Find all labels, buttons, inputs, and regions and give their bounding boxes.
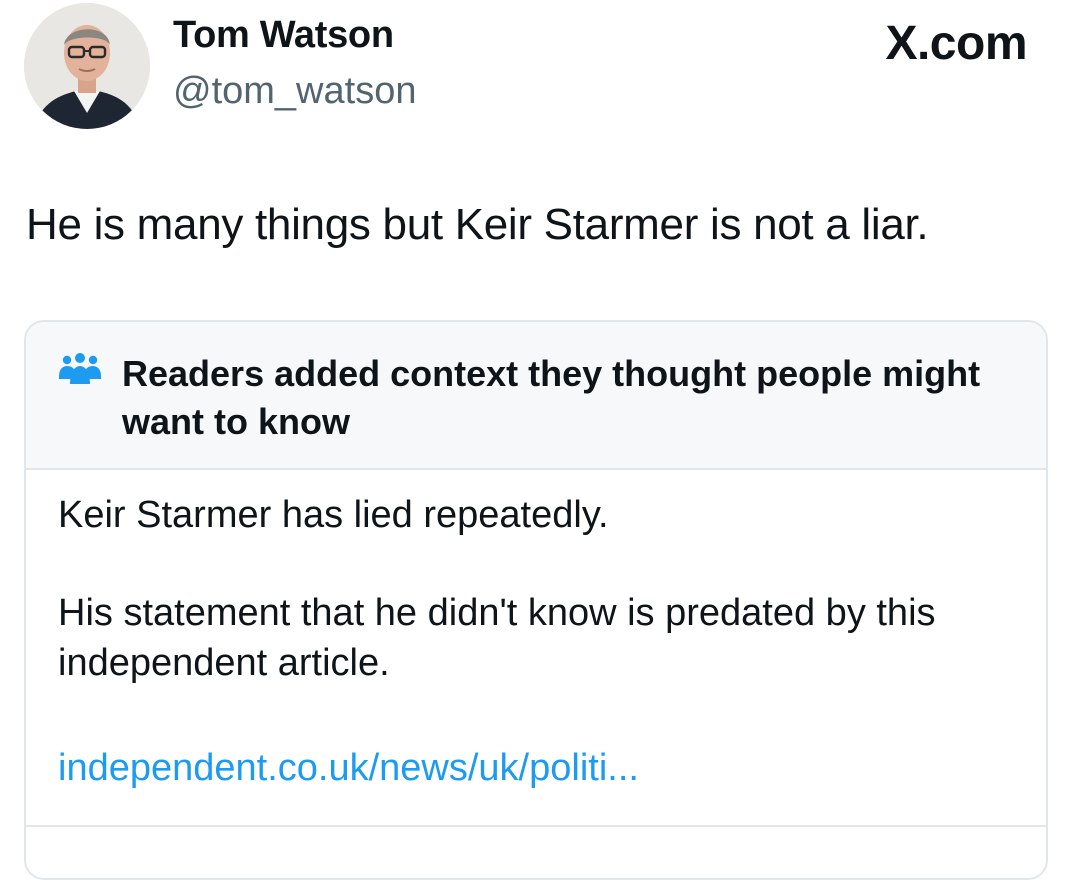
tweet-text: He is many things but Keir Starmer is no…: [26, 200, 929, 249]
author-name[interactable]: Tom Watson: [173, 14, 394, 57]
site-logo: X.com: [885, 17, 1027, 70]
divider: [26, 825, 1046, 827]
community-note-paragraph: His statement that he didn't know is pre…: [58, 592, 936, 684]
author-avatar[interactable]: [24, 3, 150, 129]
community-note-header: Readers added context they thought peopl…: [26, 322, 1046, 470]
community-note-card: Readers added context they thought peopl…: [24, 320, 1048, 880]
community-note-link[interactable]: independent.co.uk/news/uk/politi...: [58, 747, 639, 790]
tweet-header: Tom Watson @tom_watson X.com: [0, 0, 1073, 150]
community-note-title: Readers added context they thought peopl…: [122, 353, 981, 442]
community-note-paragraph: Keir Starmer has lied repeatedly.: [58, 494, 609, 536]
avatar-photo-icon: [24, 3, 150, 129]
author-handle[interactable]: @tom_watson: [173, 70, 416, 113]
people-icon: [58, 352, 102, 386]
community-note-body: Keir Starmer has lied repeatedly. His st…: [58, 490, 1018, 688]
